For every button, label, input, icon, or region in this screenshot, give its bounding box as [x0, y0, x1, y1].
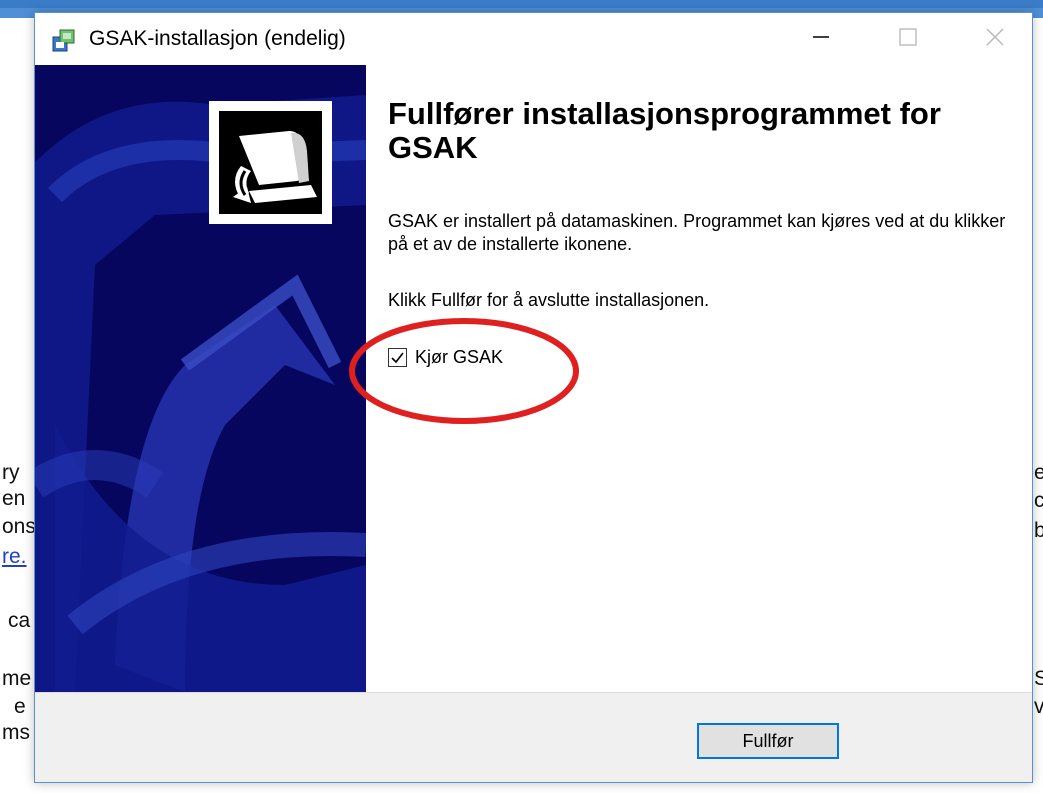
background-text-fragment: ons [2, 515, 36, 538]
background-text-fragment: ca [8, 609, 31, 632]
page-title: Fullfører installasjonsprogrammet for GS… [388, 96, 941, 165]
dialog-footer: Fullfør [35, 692, 1032, 782]
installer-dialog: GSAK-installasjon (endelig) Fullfører in… [34, 12, 1033, 783]
computer-install-icon [219, 111, 322, 214]
installed-message: GSAK er installert på datamaskinen. Prog… [388, 211, 1006, 254]
background-text-fragment: e [14, 695, 26, 718]
checkmark-icon [391, 352, 404, 364]
run-gsak-label[interactable]: Kjør GSAK [415, 347, 503, 368]
minimize-button[interactable] [786, 13, 856, 65]
installer-app-icon [51, 27, 77, 53]
title-bar[interactable]: GSAK-installasjon (endelig) [35, 13, 1032, 65]
run-gsak-option[interactable]: Kjør GSAK [388, 347, 503, 368]
background-text-fragment: c [1034, 489, 1043, 512]
background-text-fragment: S [1034, 667, 1043, 690]
installer-sidebar-banner [35, 65, 366, 692]
minimize-icon [811, 27, 831, 52]
run-gsak-checkbox[interactable] [388, 348, 407, 367]
maximize-button [873, 13, 943, 65]
background-text-fragment: en [2, 487, 26, 510]
close-icon [985, 27, 1005, 52]
background-link-fragment[interactable]: re. [2, 546, 27, 567]
installer-logo [209, 101, 332, 224]
window-title: GSAK-installasjon (endelig) [89, 27, 346, 50]
background-header-shade [0, 0, 1043, 8]
background-text-fragment: ms [2, 721, 30, 744]
close-button[interactable] [960, 13, 1030, 65]
background-text-fragment: v [1034, 695, 1043, 718]
installer-content: Fullfører installasjonsprogrammet for GS… [366, 65, 1032, 692]
finish-instruction: Klikk Fullfør for å avslutte installasjo… [388, 290, 710, 310]
maximize-icon [898, 27, 918, 52]
background-text-fragment: b [1034, 519, 1043, 542]
background-text-fragment: me [2, 667, 32, 690]
background-text-fragment: ry [2, 461, 20, 484]
finish-button[interactable]: Fullfør [697, 723, 839, 759]
background-text-fragment: e [1034, 461, 1043, 484]
